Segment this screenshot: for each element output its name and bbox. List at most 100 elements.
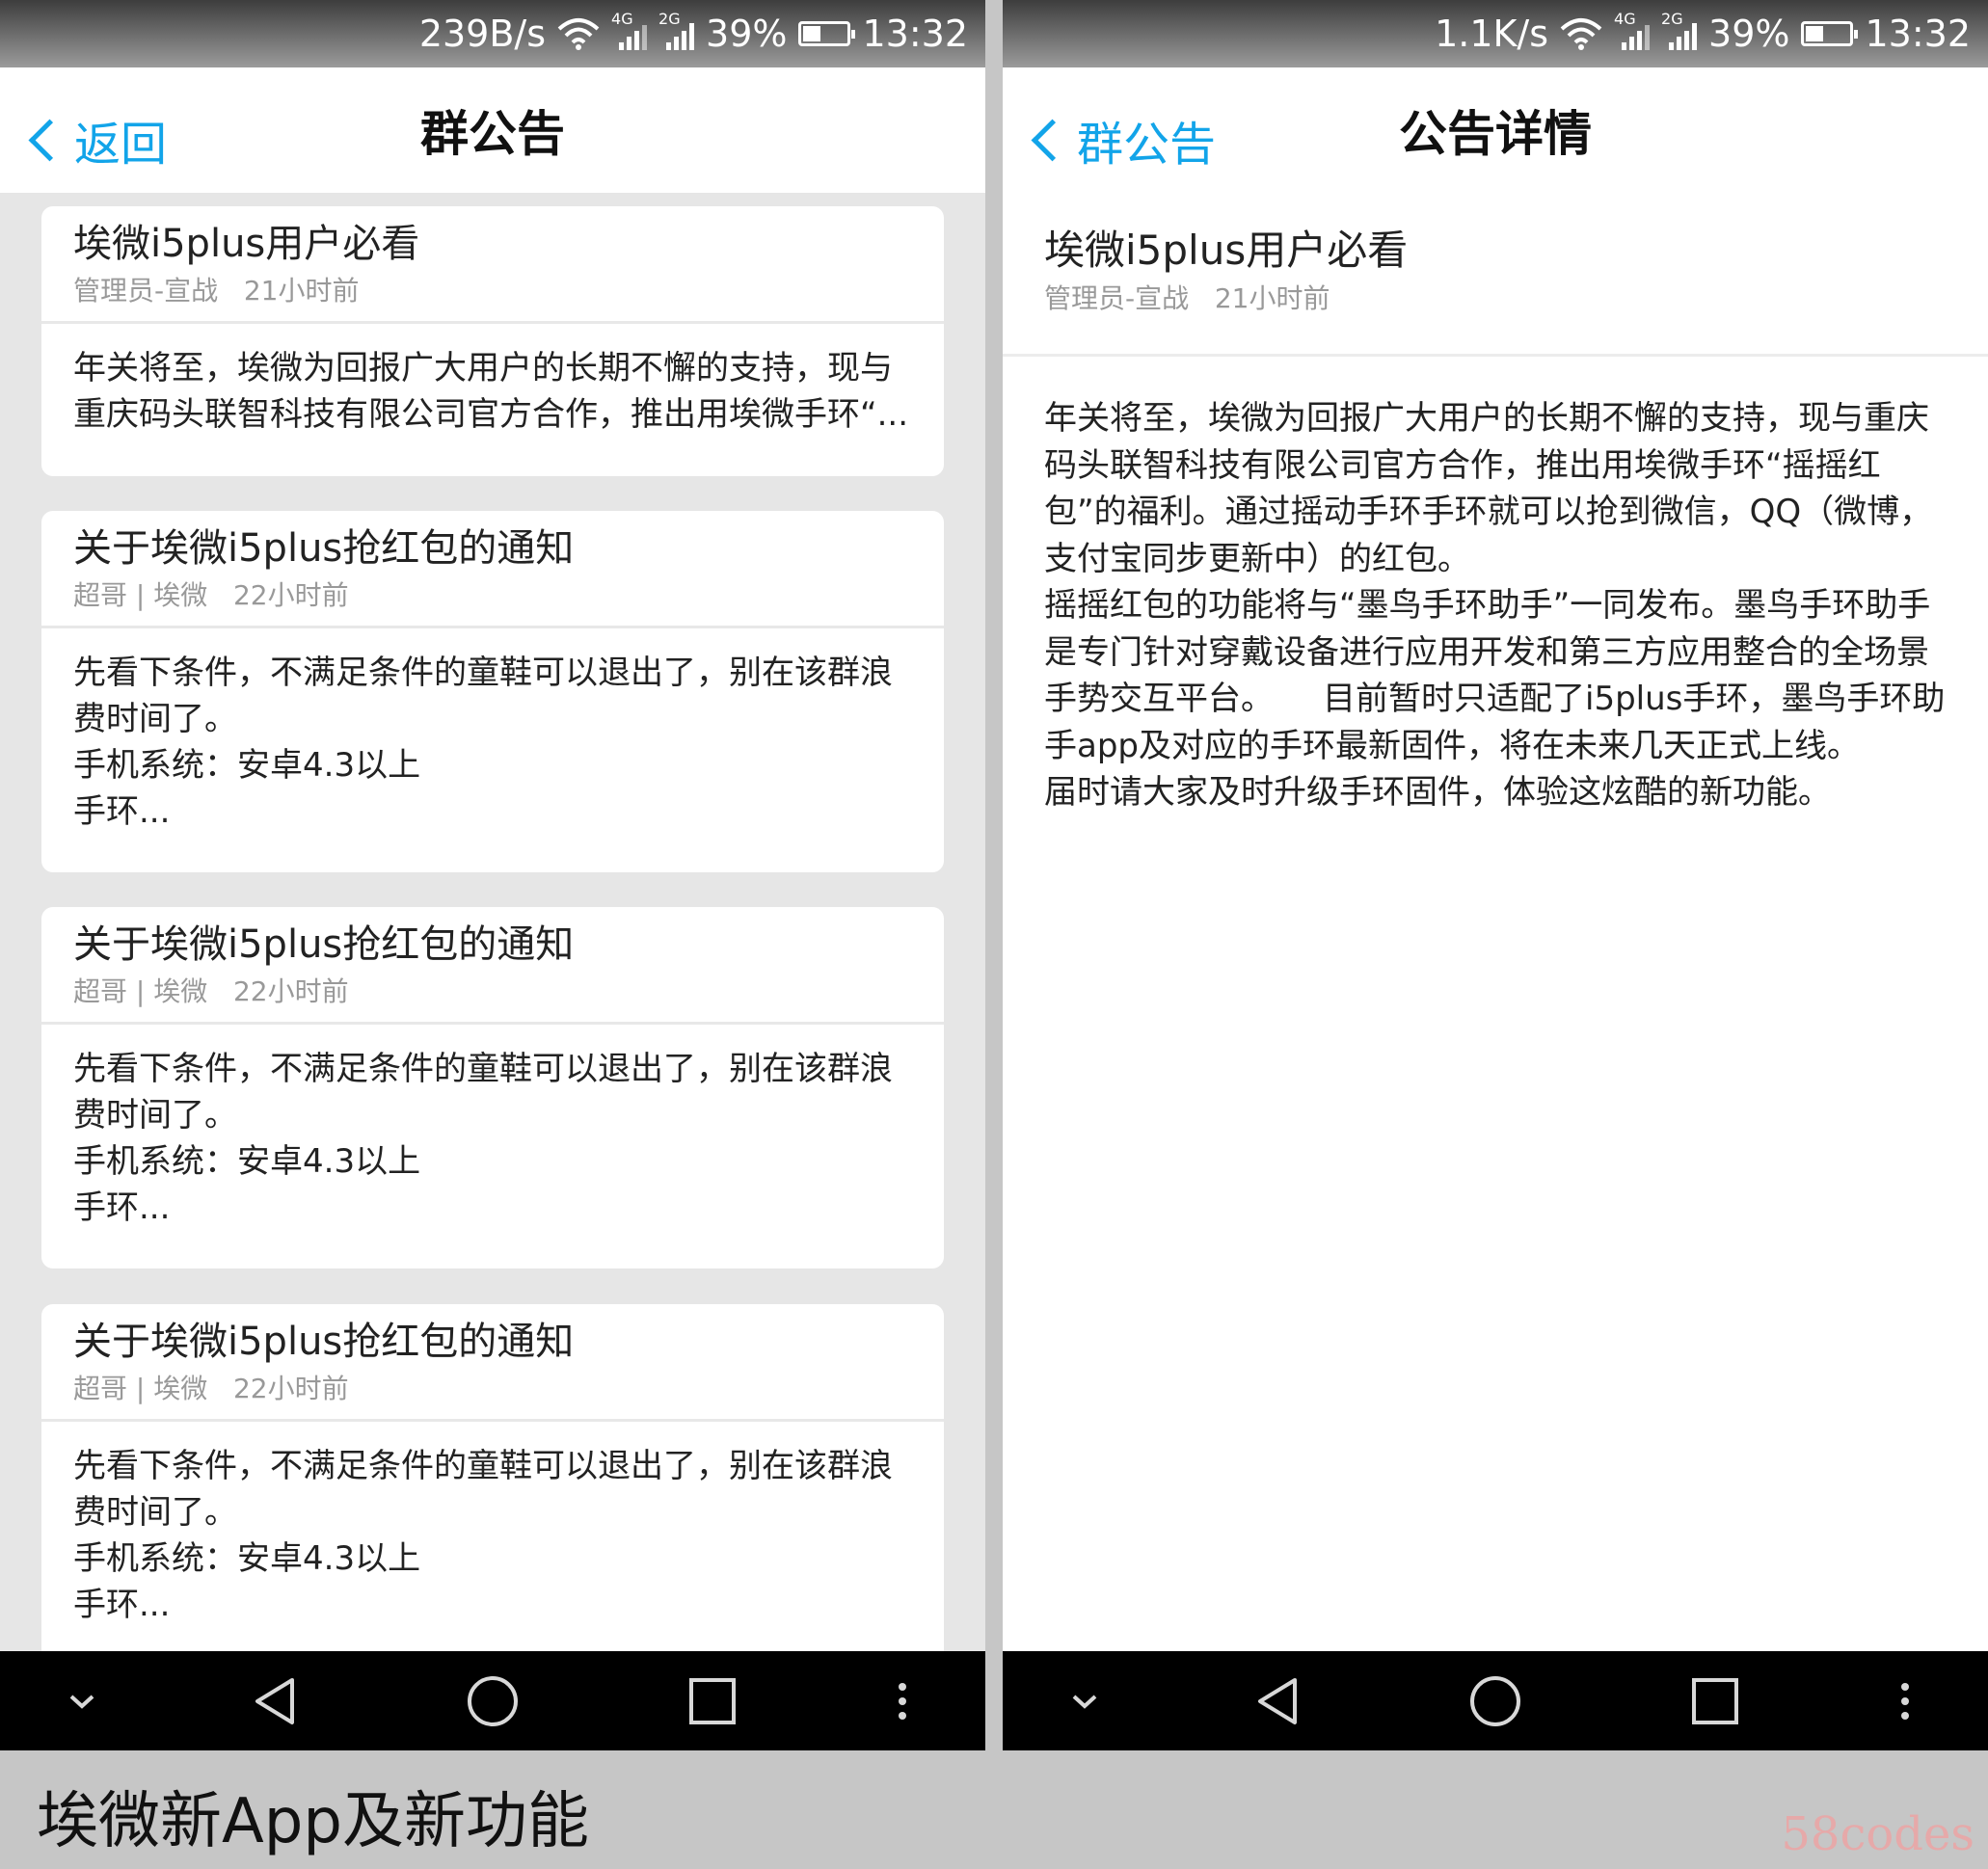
system-nav-bar: [0, 1651, 985, 1750]
card-time: 22小时前: [232, 975, 349, 1007]
detail-line: 码头联智科技有限公司官方合作，推出用埃微手环“摇摇红: [1044, 445, 1881, 485]
page-title: 群公告: [420, 106, 565, 162]
detail-author: 管理员-宣战: [1044, 282, 1190, 314]
card-title: 关于埃微i5plus抢红包的通知: [73, 922, 575, 967]
announcement-card[interactable]: 关于埃微i5plus抢红包的通知 超哥 | 埃微 22小时前 先看下条件，不满足…: [41, 907, 944, 1268]
back-button[interactable]: 群公告: [1024, 106, 1216, 174]
network-speed: 1.1K/s: [1435, 13, 1549, 55]
system-nav-bar: [1003, 1651, 1988, 1750]
card-body-line: 年关将至，埃微为回报广大用户的长期不懈的支持，现与: [73, 349, 893, 387]
card-author: 管理员-宣战: [73, 275, 219, 307]
battery-fill: [1806, 26, 1823, 41]
back-triangle-icon[interactable]: [241, 1651, 309, 1750]
card-body-line: 手环...: [73, 1188, 171, 1227]
wifi-icon: [557, 18, 600, 50]
card-body: 年关将至，埃微为回报广大用户的长期不懈的支持，现与 重庆码头联智科技有限公司官方…: [41, 324, 944, 438]
page-title: 公告详情: [1399, 106, 1592, 162]
card-header: 埃微i5plus用户必看 管理员-宣战 21小时前: [41, 206, 944, 324]
card-author: 超哥 | 埃微: [73, 975, 208, 1007]
battery-percent: 39%: [706, 13, 788, 55]
detail-line: 手势交互平台。 目前暂时只适配了i5plus手环，墨鸟手环助: [1044, 680, 1946, 718]
announcement-card[interactable]: 关于埃微i5plus抢红包的通知 超哥 | 埃微 22小时前 先看下条件，不满足…: [41, 511, 944, 872]
card-meta: 超哥 | 埃微 22小时前: [73, 1370, 912, 1408]
detail-body: 年关将至，埃微为回报广大用户的长期不懈的支持，现与重庆 码头联智科技有限公司官方…: [1044, 395, 1949, 816]
card-body-line: 先看下条件，不满足条件的童鞋可以退出了，别在该群浪: [73, 654, 893, 692]
card-time: 21小时前: [243, 275, 360, 307]
card-body-line: 先看下条件，不满足条件的童鞋可以退出了，别在该群浪: [73, 1447, 893, 1485]
detail-line: 支付宝同步更新中）的红包。: [1044, 539, 1470, 578]
card-author: 超哥 | 埃微: [73, 1373, 208, 1404]
detail-line: 年关将至，埃微为回报广大用户的长期不懈的支持，现与重庆: [1044, 399, 1929, 438]
home-circle-icon[interactable]: [461, 1651, 524, 1750]
chevron-down-icon[interactable]: [53, 1651, 111, 1750]
back-triangle-icon[interactable]: [1244, 1651, 1311, 1750]
card-body: 先看下条件，不满足条件的童鞋可以退出了，别在该群浪 费时间了。 手机系统：安卓4…: [41, 1025, 944, 1231]
signal-icon: 2G: [1661, 10, 1698, 50]
announcement-card[interactable]: 关于埃微i5plus抢红包的通知 超哥 | 埃微 22小时前 先看下条件，不满足…: [41, 1304, 944, 1651]
more-dots-icon[interactable]: [883, 1651, 922, 1750]
status-bar: 239B/s 4G 2G 39% 13:32: [0, 0, 985, 67]
announcement-list[interactable]: 埃微i5plus用户必看 管理员-宣战 21小时前 年关将至，埃微为回报广大用户…: [0, 193, 985, 1651]
card-author: 超哥 | 埃微: [73, 579, 208, 611]
detail-title: 埃微i5plus用户必看: [1044, 227, 1409, 274]
signal-icon: 2G: [658, 10, 695, 50]
card-body-line: 手环...: [73, 1586, 171, 1624]
card-body-line: 费时间了。: [73, 700, 237, 738]
home-circle-icon[interactable]: [1464, 1651, 1527, 1750]
card-time: 22小时前: [232, 579, 349, 611]
card-meta: 超哥 | 埃微 22小时前: [73, 576, 912, 615]
detail-meta: 管理员-宣战 21小时前: [1044, 280, 1947, 318]
battery-icon: [1801, 21, 1859, 46]
card-body-line: 费时间了。: [73, 1096, 237, 1135]
back-button[interactable]: 返回: [21, 106, 167, 174]
card-body: 先看下条件，不满足条件的童鞋可以退出了，别在该群浪 费时间了。 手机系统：安卓4…: [41, 628, 944, 835]
signal-icon: 4G: [1614, 10, 1651, 50]
card-meta: 超哥 | 埃微 22小时前: [73, 973, 912, 1011]
chevron-left-icon: [28, 119, 71, 161]
right-screen: 1.1K/s 4G 2G 39% 13:32 群公告 公告详情 埃微i5plus…: [1003, 0, 1988, 1750]
battery-fill: [803, 26, 820, 41]
header: 群公告 公告详情: [1003, 67, 1988, 193]
detail-line: 届时请大家及时升级手环固件，体验这炫酷的新功能。: [1044, 773, 1831, 812]
card-meta: 管理员-宣战 21小时前: [73, 272, 912, 310]
card-time: 22小时前: [232, 1373, 349, 1404]
image-caption: 埃微新App及新功能: [37, 1786, 590, 1857]
more-dots-icon[interactable]: [1886, 1651, 1924, 1750]
card-body-line: 先看下条件，不满足条件的童鞋可以退出了，别在该群浪: [73, 1050, 893, 1088]
card-title: 关于埃微i5plus抢红包的通知: [73, 526, 575, 571]
back-label: 返回: [74, 118, 168, 172]
detail-line: 包”的福利。通过摇动手环手环就可以抢到微信，QQ（微博，: [1044, 493, 1933, 531]
watermark: 58codes: [1781, 1807, 1975, 1861]
detail-header: 埃微i5plus用户必看 管理员-宣战 21小时前: [1003, 193, 1988, 357]
card-body-line: 手机系统：安卓4.3以上: [73, 1142, 421, 1181]
announcement-card[interactable]: 埃微i5plus用户必看 管理员-宣战 21小时前 年关将至，埃微为回报广大用户…: [41, 206, 944, 476]
network-speed: 239B/s: [418, 13, 547, 55]
chevron-down-icon[interactable]: [1056, 1651, 1114, 1750]
card-body-line: 手机系统：安卓4.3以上: [73, 1539, 421, 1578]
card-body: 先看下条件，不满足条件的童鞋可以退出了，别在该群浪 费时间了。 手机系统：安卓4…: [41, 1422, 944, 1628]
card-body-line: 手环...: [73, 792, 171, 831]
left-screen: 239B/s 4G 2G 39% 13:32 返回 群公告 埃微i5plus用户…: [0, 0, 985, 1750]
clock: 13:32: [1865, 13, 1971, 55]
card-body-line: 费时间了。: [73, 1493, 237, 1532]
battery-percent: 39%: [1708, 13, 1790, 55]
card-title: 埃微i5plus用户必看: [73, 222, 420, 266]
chevron-left-icon: [1031, 119, 1074, 161]
signal-icon: 4G: [611, 10, 648, 50]
wifi-icon: [1560, 18, 1602, 50]
clock: 13:32: [862, 13, 968, 55]
card-header: 关于埃微i5plus抢红包的通知 超哥 | 埃微 22小时前: [41, 907, 944, 1025]
detail-line: 是专门针对穿戴设备进行应用开发和第三方应用整合的全场景: [1044, 632, 1929, 672]
header: 返回 群公告: [0, 67, 985, 193]
card-body-line: 手机系统：安卓4.3以上: [73, 746, 421, 785]
detail-line: 手app及对应的手环最新固件，将在未来几天正式上线。: [1044, 726, 1860, 765]
status-bar: 1.1K/s 4G 2G 39% 13:32: [1003, 0, 1988, 67]
card-title: 关于埃微i5plus抢红包的通知: [73, 1320, 575, 1364]
recent-square-icon[interactable]: [681, 1651, 744, 1750]
back-label: 群公告: [1077, 118, 1217, 172]
detail-line: 摇摇红包的功能将与“墨鸟手环助手”一同发布。墨鸟手环助手: [1044, 586, 1931, 625]
recent-square-icon[interactable]: [1683, 1651, 1747, 1750]
card-body-line: 重庆码头联智科技有限公司官方合作，推出用埃微手环“...: [73, 395, 909, 434]
battery-icon: [798, 21, 856, 46]
detail-time: 21小时前: [1214, 282, 1330, 314]
